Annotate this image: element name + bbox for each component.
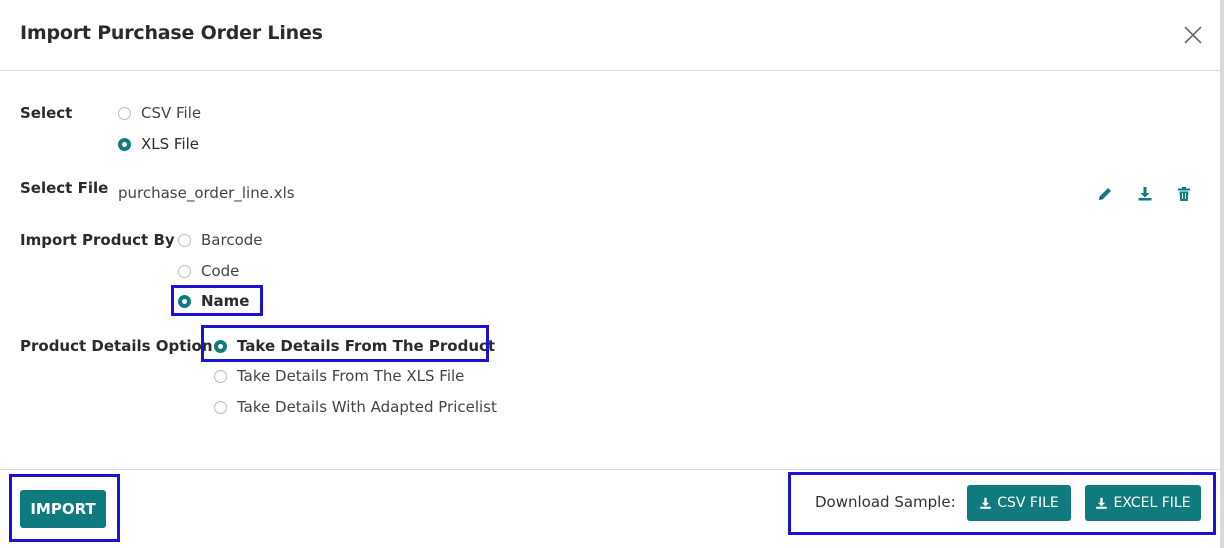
radio-csv-file[interactable]: CSV File bbox=[118, 104, 201, 122]
radio-label: XLS File bbox=[141, 135, 200, 153]
radio-circle[interactable] bbox=[178, 233, 191, 247]
select-file-label: Select File bbox=[20, 179, 109, 197]
close-icon[interactable] bbox=[1180, 22, 1206, 48]
radio-circle[interactable] bbox=[118, 106, 131, 120]
radio-circle[interactable] bbox=[178, 264, 191, 278]
radio-barcode[interactable]: Barcode bbox=[178, 231, 263, 249]
pencil-icon[interactable] bbox=[1097, 186, 1113, 202]
radio-label: Take Details From The XLS File bbox=[237, 367, 465, 385]
select-label: Select bbox=[20, 104, 73, 122]
product-details-option-label: Product Details Option bbox=[20, 337, 213, 355]
scrollbar-edge bbox=[1220, 0, 1224, 548]
radio-label: CSV File bbox=[141, 104, 202, 122]
radio-circle-checked[interactable] bbox=[118, 137, 131, 151]
selected-filename: purchase_order_line.xls bbox=[118, 184, 295, 202]
import-dialog: Import Purchase Order Lines Select CSV F… bbox=[0, 0, 1224, 548]
radio-xls-file[interactable]: XLS File bbox=[118, 135, 199, 153]
radio-details-adapted-pricelist[interactable]: Take Details With Adapted Pricelist bbox=[214, 398, 497, 416]
radio-details-from-xls[interactable]: Take Details From The XLS File bbox=[214, 367, 464, 385]
highlight-box-product-details bbox=[201, 325, 489, 362]
radio-label: Code bbox=[201, 262, 240, 280]
radio-circle[interactable] bbox=[214, 369, 227, 383]
radio-label: Barcode bbox=[201, 231, 263, 249]
highlight-box-import bbox=[9, 474, 120, 542]
import-product-by-label: Import Product By bbox=[20, 231, 175, 249]
dialog-header: Import Purchase Order Lines bbox=[0, 0, 1220, 71]
download-icon[interactable] bbox=[1137, 186, 1153, 202]
radio-label: Take Details With Adapted Pricelist bbox=[237, 398, 497, 416]
radio-circle[interactable] bbox=[214, 400, 227, 414]
radio-code[interactable]: Code bbox=[178, 262, 239, 280]
trash-icon[interactable] bbox=[1176, 186, 1192, 202]
dialog-title: Import Purchase Order Lines bbox=[20, 22, 323, 44]
highlight-box-name bbox=[171, 285, 263, 316]
highlight-box-download-sample bbox=[788, 472, 1216, 535]
